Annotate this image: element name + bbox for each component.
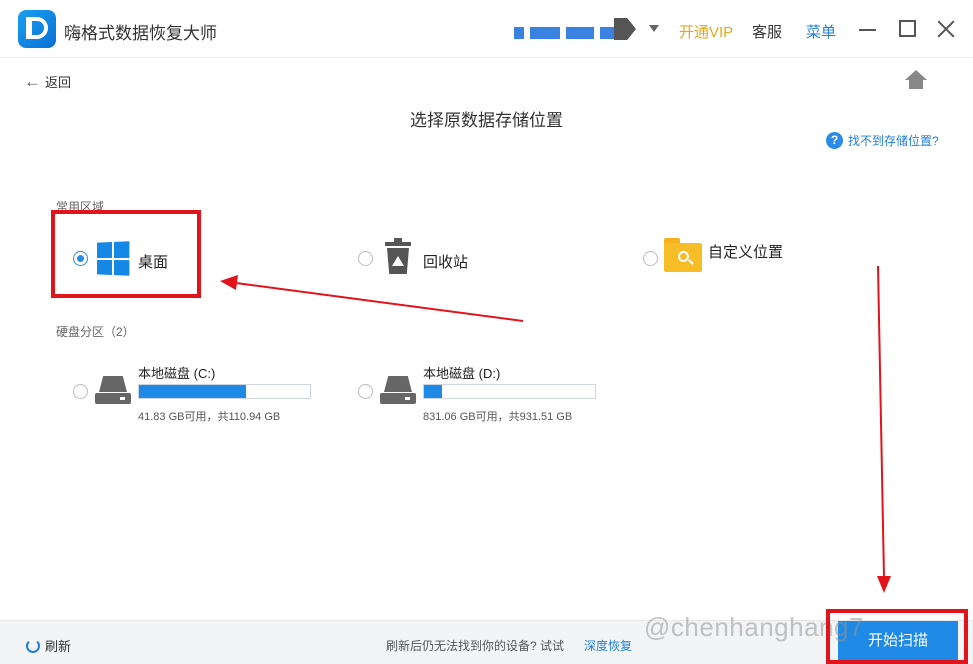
annotation-arrow-head-2 xyxy=(877,576,891,593)
annotation-arrow-head-1 xyxy=(220,275,238,290)
annotation-arrow-line-2 xyxy=(877,265,885,579)
annotation-arrow-line-1 xyxy=(235,282,524,322)
annotation-arrows xyxy=(220,265,891,593)
